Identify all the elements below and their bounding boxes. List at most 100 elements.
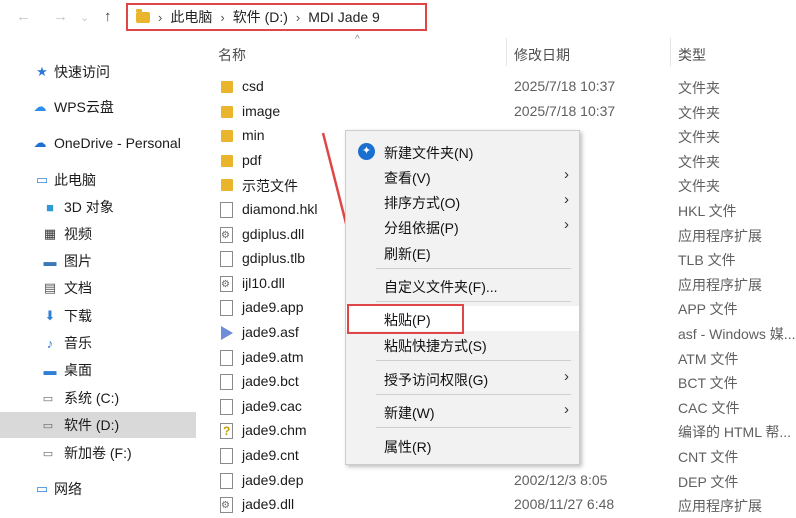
breadcrumb-drive-d[interactable]: 软件 (D:)	[233, 7, 288, 27]
arrow-right-icon[interactable]: →	[53, 8, 68, 25]
file-name: jade9.dep	[242, 471, 304, 488]
file-icon	[220, 472, 233, 489]
sidebar-item-3d-objects[interactable]: ■ 3D 对象	[0, 194, 196, 220]
breadcrumb-this-pc[interactable]: 此电脑	[170, 7, 212, 27]
sidebar-item-drive-f[interactable]: ▭ 新加卷 (F:)	[0, 440, 196, 466]
help-file-icon	[220, 423, 233, 440]
file-icon	[220, 202, 233, 218]
menu-item-label: 授予访问权限(G)	[384, 372, 489, 388]
sidebar-item-videos[interactable]: ▦ 视频	[0, 221, 196, 247]
sidebar-item-downloads[interactable]: ⬇ 下载	[0, 303, 196, 329]
media-file-icon	[220, 325, 233, 341]
file-type: ATM 文件	[678, 350, 739, 367]
sidebar-item-label: 新加卷 (F:)	[64, 445, 132, 461]
image-icon: ▬	[43, 253, 57, 269]
sidebar-item-wps-cloud[interactable]: ☁ WPS云盘	[0, 94, 196, 120]
file-name: jade9.cac	[242, 397, 302, 414]
file-date: 2002/12/3 8:05	[514, 471, 608, 488]
network-icon: ▭	[35, 481, 49, 496]
sidebar-item-label: 音乐	[64, 335, 92, 351]
menu-item-label: 新建文件夹(N)	[384, 145, 474, 161]
film-icon: ▦	[43, 226, 57, 241]
menu-item-group-by[interactable]: 分组依据(P) ›	[346, 214, 579, 239]
menu-item-customize-folder[interactable]: 自定义文件夹(F)...	[346, 273, 579, 298]
file-name: min	[242, 127, 265, 144]
column-header-name[interactable]: 名称	[218, 45, 246, 65]
file-type: CAC 文件	[678, 399, 740, 416]
column-header-date[interactable]: 修改日期	[514, 45, 570, 65]
file-type: 文件夹	[678, 129, 720, 146]
breadcrumb-separator-icon: ›	[295, 9, 301, 25]
file-type: 编译的 HTML 帮...	[678, 424, 792, 441]
desktop-icon: ▬	[43, 362, 57, 378]
cube-icon: ■	[46, 199, 54, 215]
file-name: pdf	[242, 151, 262, 168]
sidebar-item-this-pc[interactable]: ▭ 此电脑	[0, 167, 196, 193]
cloud-icon: ☁	[33, 99, 47, 114]
sidebar-item-label: 图片	[64, 253, 92, 269]
sidebar-item-label: 快速访问	[54, 64, 110, 80]
menu-item-label: 新建(W)	[384, 405, 435, 421]
column-header-type[interactable]: 类型	[678, 45, 706, 65]
sidebar-item-label: 视频	[64, 226, 92, 242]
chevron-right-icon: ›	[564, 216, 569, 233]
file-row[interactable]: jade9.dll 2008/11/27 6:48 应用程序扩展	[196, 493, 796, 518]
file-type: 文件夹	[678, 178, 720, 195]
sidebar-item-label: OneDrive - Personal	[54, 135, 181, 151]
sidebar-item-onedrive[interactable]: ☁ OneDrive - Personal	[0, 130, 196, 156]
file-type: HKL 文件	[678, 203, 737, 219]
file-date: 2008/11/27 6:48	[514, 496, 615, 513]
menu-item-paste-shortcut[interactable]: 粘贴快捷方式(S)	[346, 332, 579, 357]
sidebar-item-label: 文档	[64, 280, 92, 296]
column-divider[interactable]	[670, 38, 671, 66]
arrow-left-icon[interactable]: ←	[16, 8, 31, 25]
file-type: CNT 文件	[678, 449, 739, 465]
file-icon	[220, 398, 233, 415]
menu-item-label: 分组依据(P)	[384, 220, 459, 236]
sidebar-item-label: 3D 对象	[64, 199, 114, 215]
document-icon: ▤	[43, 280, 57, 295]
paste-highlight-box	[347, 304, 464, 334]
sidebar-item-pictures[interactable]: ▬ 图片	[0, 248, 196, 274]
menu-item-sort-by[interactable]: 排序方式(O) ›	[346, 189, 579, 214]
sidebar-item-quick-access[interactable]: ★ 快速访问	[0, 59, 196, 85]
folder-icon	[221, 154, 233, 167]
navigation-pane: ★ 快速访问 ☁ WPS云盘 ☁ OneDrive - Personal ▭ 此…	[0, 52, 196, 507]
sidebar-item-drive-c[interactable]: ▭ 系统 (C:)	[0, 385, 196, 411]
file-name: jade9.cnt	[242, 447, 299, 463]
sidebar-item-network[interactable]: ▭ 网络	[0, 476, 196, 502]
column-divider[interactable]	[506, 38, 507, 66]
file-row[interactable]: csd 2025/7/18 10:37 文件夹	[196, 75, 796, 100]
menu-item-refresh[interactable]: 刷新(E)	[346, 240, 579, 265]
sidebar-item-music[interactable]: ♪ 音乐	[0, 330, 196, 356]
file-icon	[220, 448, 233, 464]
menu-item-give-access[interactable]: 授予访问权限(G) ›	[346, 366, 579, 391]
arrow-up-icon[interactable]: ↑	[104, 8, 112, 25]
menu-item-properties[interactable]: 属性(R)	[346, 433, 579, 458]
address-bar[interactable]: › 此电脑 › 软件 (D:) › MDI Jade 9	[126, 3, 427, 31]
breadcrumb-separator-icon: ›	[158, 9, 163, 25]
file-icon	[220, 251, 233, 268]
file-type: TLB 文件	[678, 252, 736, 269]
navigation-bar: ← → ⌄ ↑ › 此电脑 › 软件 (D:) › MDI Jade 9	[0, 0, 796, 36]
file-name: jade9.bct	[242, 373, 299, 390]
music-icon: ♪	[46, 335, 54, 351]
file-row[interactable]: jade9.dep 2002/12/3 8:05 DEP 文件	[196, 469, 796, 494]
menu-item-view[interactable]: 查看(V) ›	[346, 164, 579, 189]
menu-item-new[interactable]: 新建(W) ›	[346, 399, 579, 424]
sidebar-item-label: 软件 (D:)	[64, 417, 120, 433]
chevron-down-icon[interactable]: ⌄	[80, 11, 89, 24]
file-name: image	[242, 102, 281, 119]
sidebar-item-documents[interactable]: ▤ 文档	[0, 275, 196, 301]
drive-icon: ▭	[42, 419, 54, 432]
sidebar-item-desktop[interactable]: ▬ 桌面	[0, 357, 196, 383]
menu-separator	[376, 427, 571, 428]
download-icon: ⬇	[44, 308, 56, 323]
sidebar-item-drive-d[interactable]: ▭ 软件 (D:)	[0, 412, 196, 438]
breadcrumb-current-folder[interactable]: MDI Jade 9	[308, 9, 380, 25]
file-row[interactable]: image 2025/7/18 10:37 文件夹	[196, 100, 796, 125]
menu-item-new-folder[interactable]: ✦ 新建文件夹(N)	[346, 139, 579, 164]
file-type: BCT 文件	[678, 375, 738, 392]
menu-item-label: 粘贴快捷方式(S)	[384, 338, 487, 354]
menu-item-label: 属性(R)	[384, 439, 432, 455]
